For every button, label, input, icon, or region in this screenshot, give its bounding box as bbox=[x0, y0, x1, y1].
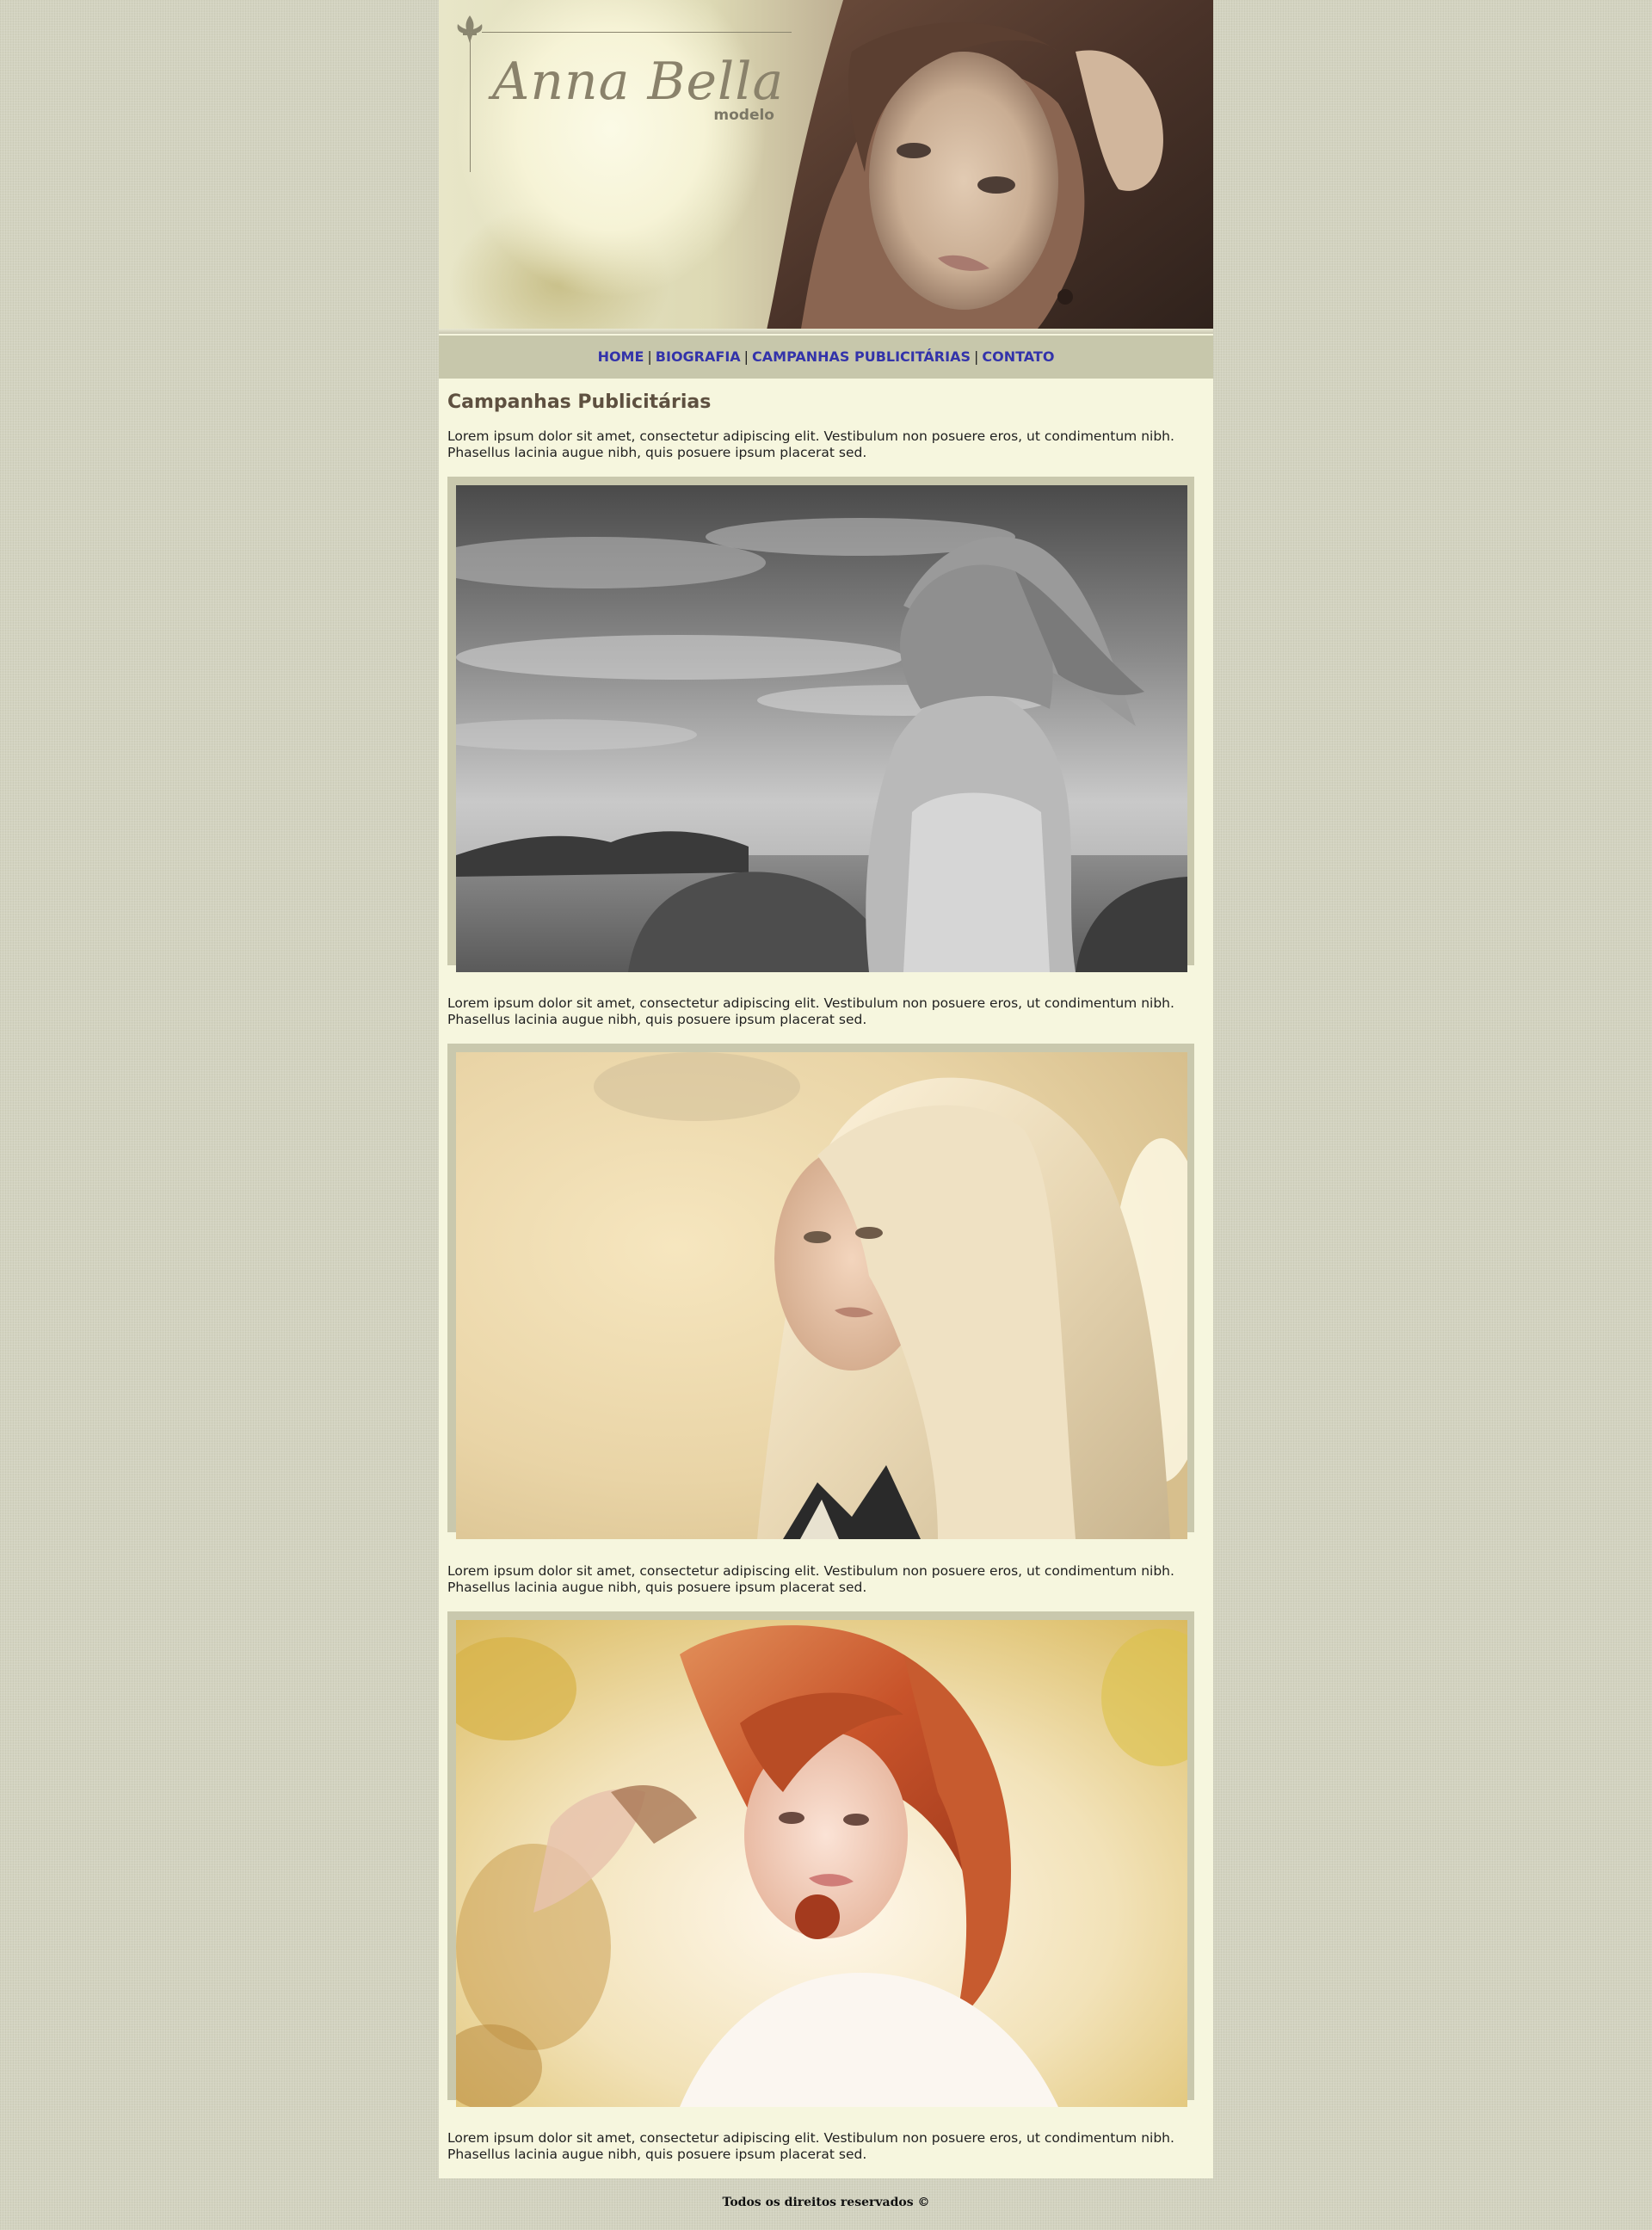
nav-separator: | bbox=[647, 348, 652, 365]
logo-subtitle: modelo bbox=[713, 107, 774, 124]
intro-paragraph: Lorem ipsum dolor sit amet, consectetur … bbox=[447, 428, 1174, 460]
header-portrait-image bbox=[766, 0, 1213, 334]
page-title: Campanhas Publicitárias bbox=[447, 391, 712, 413]
campaign-photo-3 bbox=[456, 1620, 1187, 2107]
logo-vertical-line bbox=[470, 33, 471, 172]
nav-link-campanhas[interactable]: CAMPANHAS PUBLICITÁRIAS bbox=[752, 348, 971, 365]
campaign-photo-2 bbox=[456, 1052, 1187, 1539]
main-nav: HOME | BIOGRAFIA | CAMPANHAS PUBLICITÁRIAS | C… bbox=[439, 336, 1213, 379]
nav-link-home[interactable]: HOME bbox=[598, 348, 644, 365]
header-banner: Anna Bella modelo bbox=[439, 0, 1213, 334]
campaign-photo-1 bbox=[456, 485, 1187, 972]
footer-copyright: Todos os direitos reservados © bbox=[722, 2196, 930, 2209]
logo-title: Anna Bella bbox=[492, 52, 785, 112]
nav-separator: | bbox=[973, 348, 979, 365]
nav-link-biografia[interactable]: BIOGRAFIA bbox=[656, 348, 741, 365]
header-divider bbox=[439, 329, 1213, 334]
logo-horizontal-line bbox=[482, 32, 792, 33]
campaign-photo-frame-1 bbox=[447, 477, 1194, 972]
campaign-paragraph-3: Lorem ipsum dolor sit amet, consectetur … bbox=[447, 2130, 1174, 2162]
nav-separator: | bbox=[743, 348, 749, 365]
nav-link-contato[interactable]: CONTATO bbox=[982, 348, 1054, 365]
page-container: Anna Bella modelo HOME | BIOGRAFIA | CAMPANH… bbox=[439, 0, 1213, 2178]
campaign-photo-frame-3 bbox=[447, 1611, 1194, 2107]
campaign-paragraph-1: Lorem ipsum dolor sit amet, consectetur … bbox=[447, 995, 1174, 1027]
campaign-paragraph-2: Lorem ipsum dolor sit amet, consectetur … bbox=[447, 1563, 1174, 1595]
campaign-photo-frame-2 bbox=[447, 1044, 1194, 1539]
